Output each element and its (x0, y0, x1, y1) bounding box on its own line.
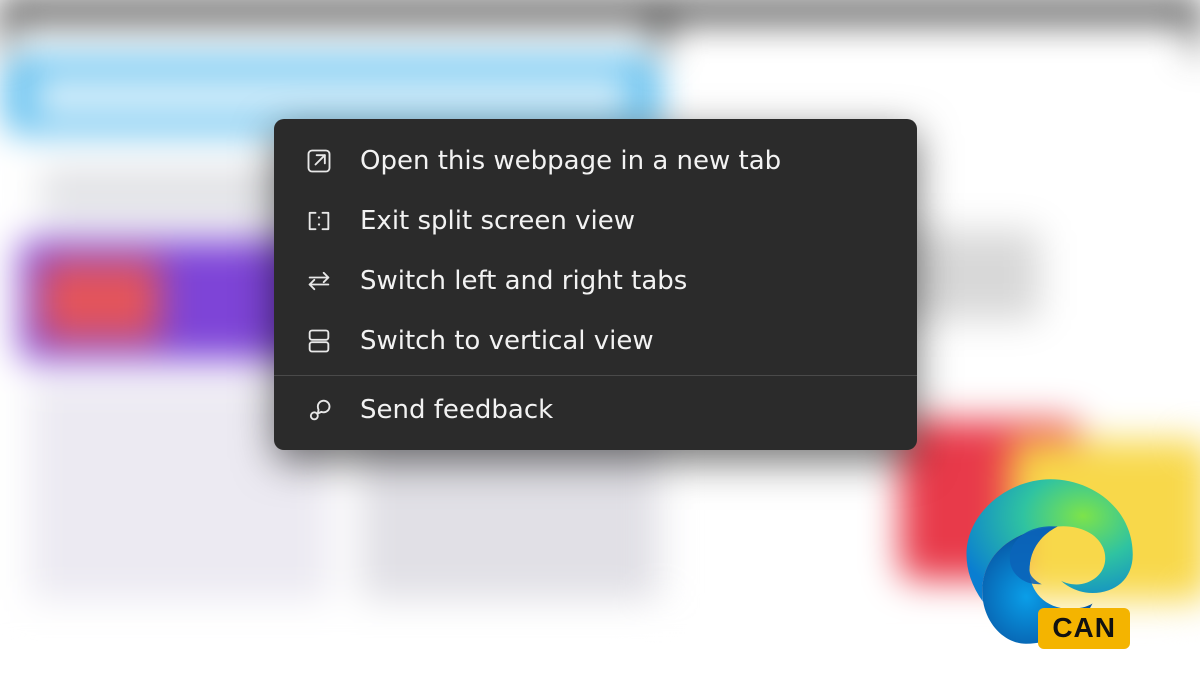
switch-tabs-icon (304, 266, 334, 296)
edge-canary-badge: CAN (1038, 608, 1130, 649)
switch-vertical-view-item[interactable]: Switch to vertical view (274, 311, 917, 371)
switch-left-right-item[interactable]: Switch left and right tabs (274, 251, 917, 311)
menu-separator (274, 375, 917, 376)
exit-split-screen-item[interactable]: Exit split screen view (274, 191, 917, 251)
split-screen-context-menu: Open this webpage in a new tab Exit spli… (274, 119, 917, 450)
vertical-view-icon (304, 326, 334, 356)
menu-item-label: Open this webpage in a new tab (360, 146, 781, 176)
menu-item-label: Exit split screen view (360, 206, 635, 236)
menu-item-label: Switch to vertical view (360, 326, 654, 356)
send-feedback-item[interactable]: Send feedback (274, 380, 917, 440)
exit-split-icon (304, 206, 334, 236)
menu-item-label: Switch left and right tabs (360, 266, 687, 296)
open-in-new-tab-item[interactable]: Open this webpage in a new tab (274, 131, 917, 191)
send-feedback-icon (304, 395, 334, 425)
menu-item-label: Send feedback (360, 395, 553, 425)
open-new-tab-icon (304, 146, 334, 176)
